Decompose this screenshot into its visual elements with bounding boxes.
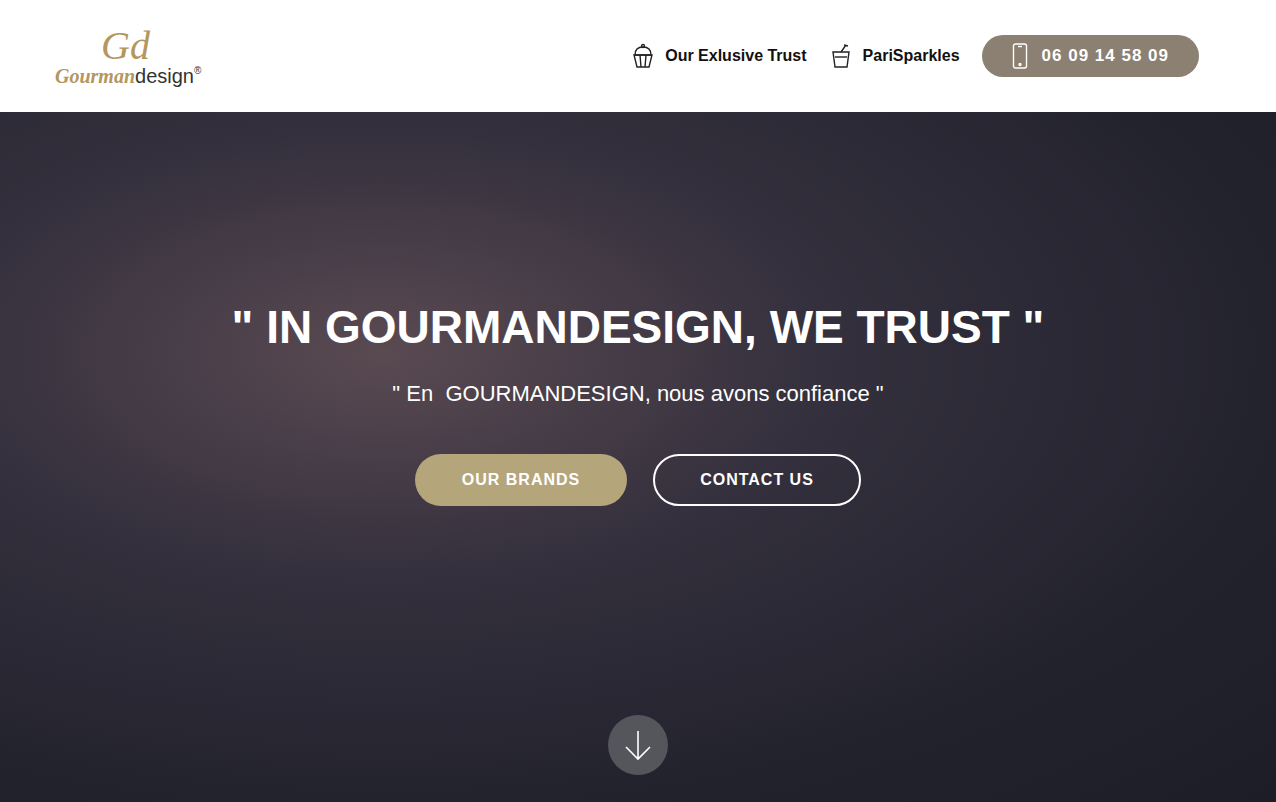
nav-item[interactable]: Our Exlusive Trust bbox=[631, 43, 806, 69]
phone-button[interactable]: 06 09 14 58 09 bbox=[982, 35, 1199, 77]
champagne-bucket-icon bbox=[829, 43, 853, 69]
hero-buttons: OUR BRANDS CONTACT US bbox=[415, 454, 861, 506]
arrow-down-icon bbox=[621, 728, 655, 762]
cupcake-icon bbox=[631, 43, 655, 69]
nav: Our Exlusive Trust PariSparkles 06 09 14 5… bbox=[631, 35, 1199, 77]
nav-item[interactable]: PariSparkles bbox=[829, 43, 960, 69]
logo[interactable]: GdGourmandesign® bbox=[55, 26, 201, 86]
hero-subtitle: " En GOURMANDESIGN, nous avons confiance… bbox=[392, 377, 883, 410]
hero: " IN GOURMANDESIGN, WE TRUST " " En GOURM… bbox=[0, 112, 1276, 802]
header: GdGourmandesign® Our Exlusive Trust PariSp… bbox=[0, 0, 1276, 112]
brands-button[interactable]: OUR BRANDS bbox=[415, 454, 627, 506]
phone-icon bbox=[1012, 43, 1028, 69]
scroll-down-button[interactable] bbox=[608, 715, 668, 775]
page: GdGourmandesign® Our Exlusive Trust PariSp… bbox=[0, 0, 1276, 802]
hero-title: " IN GOURMANDESIGN, WE TRUST " bbox=[232, 302, 1045, 353]
logo-name: Gourmandesign® bbox=[55, 66, 201, 86]
logo-monogram: Gd bbox=[101, 26, 150, 66]
contact-button[interactable]: CONTACT US bbox=[653, 454, 861, 506]
